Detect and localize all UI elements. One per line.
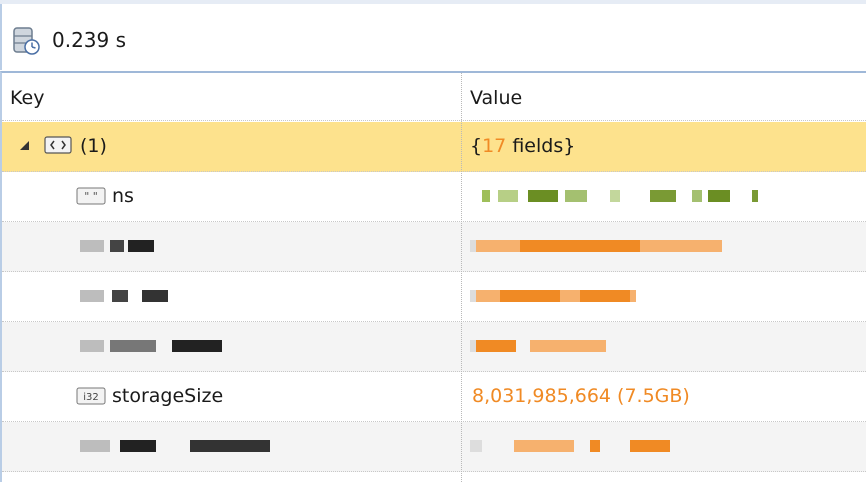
row-key-label: (1) [80, 135, 107, 157]
row-key-cell: " " ns [2, 172, 460, 221]
row-value-text: {17 fields} [470, 135, 575, 157]
row-key-cell-redacted [2, 222, 460, 271]
result-grid[interactable]: Key Value (1) {17 fields} " " ns i32 sto… [0, 71, 866, 482]
query-status-bar: 0.239 s [0, 4, 866, 70]
table-row-document[interactable]: (1) {17 fields} [2, 122, 866, 172]
field-count: 17 [482, 135, 507, 157]
key-header-label: Key [10, 87, 45, 109]
int32-icon: i32 [76, 387, 106, 405]
value-brace: { [470, 135, 483, 157]
row-key-cell-redacted [2, 422, 460, 471]
table-row-ns[interactable]: " " ns [2, 172, 866, 222]
row-key-cell-redacted [2, 272, 460, 321]
table-row-redacted[interactable] [2, 222, 866, 272]
table-row-storage-size[interactable]: i32 storageSize 8,031,985,664 (7.5GB) [2, 372, 866, 422]
row-key-label: storageSize [112, 385, 224, 407]
svg-text:i32: i32 [83, 392, 99, 403]
object-icon [44, 136, 72, 154]
storage-size-value: 8,031,985,664 (7.5GB) [472, 385, 690, 407]
key-column-header[interactable]: Key [2, 73, 460, 120]
database-clock-icon [13, 27, 40, 55]
grid-header: Key Value [2, 73, 866, 121]
row-key-cell: i32 storageSize [2, 372, 460, 421]
table-row-redacted[interactable] [2, 272, 866, 322]
collapse-triangle-icon[interactable] [20, 141, 29, 150]
row-key-cell-redacted [2, 322, 460, 371]
elapsed-time: 0.239 s [52, 28, 127, 52]
row-key-cell: (1) [2, 122, 460, 171]
table-row-redacted[interactable] [2, 322, 866, 372]
value-fields-suffix: fields} [506, 135, 576, 157]
table-row-redacted[interactable] [2, 422, 866, 472]
value-header-label: Value [470, 87, 523, 109]
svg-text:" ": " " [84, 190, 98, 203]
string-icon: " " [76, 187, 106, 205]
column-separator[interactable] [461, 73, 462, 482]
row-key-label: ns [112, 185, 134, 207]
